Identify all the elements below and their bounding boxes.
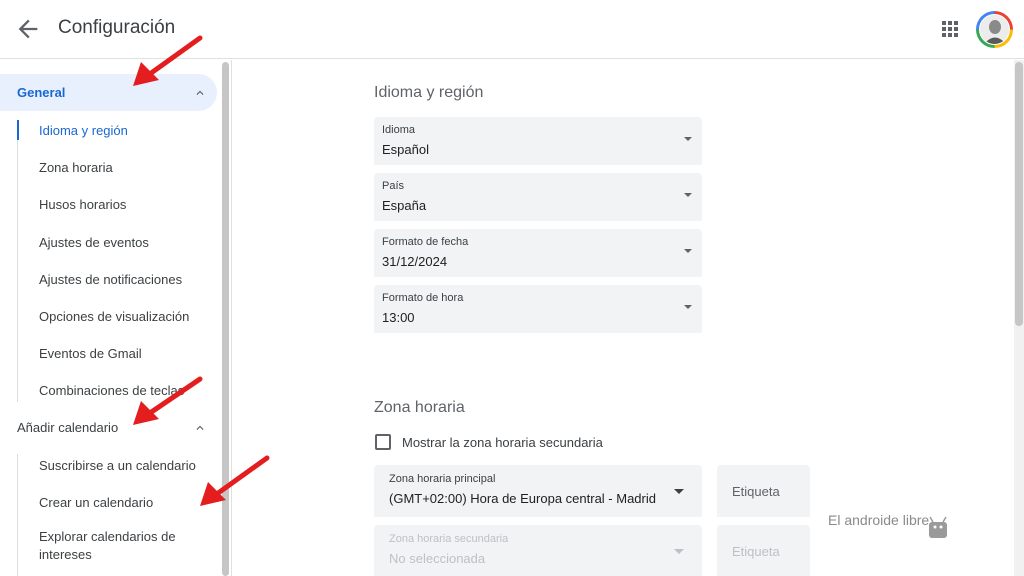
- field-label: Zona horaria principal: [389, 473, 496, 485]
- caret-down-icon: [684, 305, 692, 309]
- caret-down-icon: [674, 549, 684, 554]
- tag-placeholder: Etiqueta: [732, 544, 780, 559]
- caret-down-icon: [684, 249, 692, 253]
- sidebar-item-ajustes-eventos[interactable]: Ajustes de eventos: [39, 235, 149, 250]
- field-label: Zona horaria secundaria: [389, 533, 509, 545]
- sidebar-item-explorar-calendarios-line2[interactable]: intereses: [39, 547, 92, 562]
- field-value: (GMT+02:00) Hora de Europa central - Mad…: [389, 491, 656, 506]
- tag-placeholder: Etiqueta: [732, 484, 780, 499]
- idioma-select[interactable]: Idioma Español: [374, 117, 702, 165]
- field-label: Formato de fecha: [382, 236, 469, 248]
- sidebar-item-idioma-region[interactable]: Idioma y región: [39, 123, 128, 138]
- avatar[interactable]: [976, 11, 1013, 48]
- nav-rail: [17, 454, 18, 576]
- caret-down-icon: [684, 137, 692, 141]
- primary-timezone-select[interactable]: Zona horaria principal (GMT+02:00) Hora …: [374, 465, 702, 517]
- primary-timezone-tag-input[interactable]: Etiqueta: [717, 465, 810, 517]
- secondary-timezone-checkbox[interactable]: [375, 434, 391, 450]
- arrow-left-icon[interactable]: [14, 15, 42, 43]
- secondary-timezone-select: Zona horaria secundaria No seleccionada: [374, 525, 702, 576]
- formato-hora-select[interactable]: Formato de hora 13:00: [374, 285, 702, 333]
- secondary-timezone-checkbox-label[interactable]: Mostrar la zona horaria secundaria: [402, 435, 603, 450]
- caret-down-icon: [684, 193, 692, 197]
- section-title-idioma-region: Idioma y región: [374, 84, 484, 101]
- sidebar-item-suscribirse[interactable]: Suscribirse a un calendario: [39, 458, 196, 473]
- red-arrow-icon: [133, 35, 203, 86]
- field-label: Idioma: [382, 124, 416, 136]
- sidebar-item-husos-horarios[interactable]: Husos horarios: [39, 197, 126, 212]
- sidebar-item-ajustes-notificaciones[interactable]: Ajustes de notificaciones: [39, 272, 182, 287]
- red-arrow-icon: [200, 455, 270, 506]
- field-value: No seleccionada: [389, 551, 486, 566]
- sidebar-item-opciones-visualizacion[interactable]: Opciones de visualización: [39, 309, 189, 324]
- field-value: España: [382, 198, 427, 213]
- sidebar-item-zona-horaria[interactable]: Zona horaria: [39, 160, 113, 175]
- avatar-image: [979, 14, 1010, 45]
- field-value: 31/12/2024: [382, 254, 448, 269]
- secondary-timezone-tag-input: Etiqueta: [717, 525, 810, 576]
- watermark: El androide libre: [828, 512, 930, 528]
- section-label: General: [17, 85, 66, 100]
- caret-down-icon: [674, 489, 684, 494]
- sidebar-item-explorar-calendarios[interactable]: Explorar calendarios de: [39, 529, 176, 544]
- field-value: Español: [382, 142, 429, 157]
- red-arrow-icon: [133, 376, 203, 425]
- field-value: 13:00: [382, 310, 415, 325]
- android-logo-icon: [929, 516, 947, 538]
- field-label: Formato de hora: [382, 292, 464, 304]
- pais-select[interactable]: País España: [374, 173, 702, 221]
- field-label: País: [382, 180, 405, 192]
- user-face-icon: [980, 15, 1009, 44]
- sidebar-item-eventos-gmail[interactable]: Eventos de Gmail: [39, 346, 142, 361]
- formato-fecha-select[interactable]: Formato de fecha 31/12/2024: [374, 229, 702, 277]
- sidebar-item-crear-calendario[interactable]: Crear un calendario: [39, 495, 153, 510]
- nav-rail-active-indicator: [17, 120, 19, 140]
- main-scroll-thumb[interactable]: [1015, 62, 1023, 326]
- nav-rail: [17, 120, 18, 402]
- apps-grid-icon[interactable]: [938, 17, 962, 41]
- section-title-zona-horaria: Zona horaria: [374, 399, 465, 416]
- section-label: Añadir calendario: [17, 420, 119, 435]
